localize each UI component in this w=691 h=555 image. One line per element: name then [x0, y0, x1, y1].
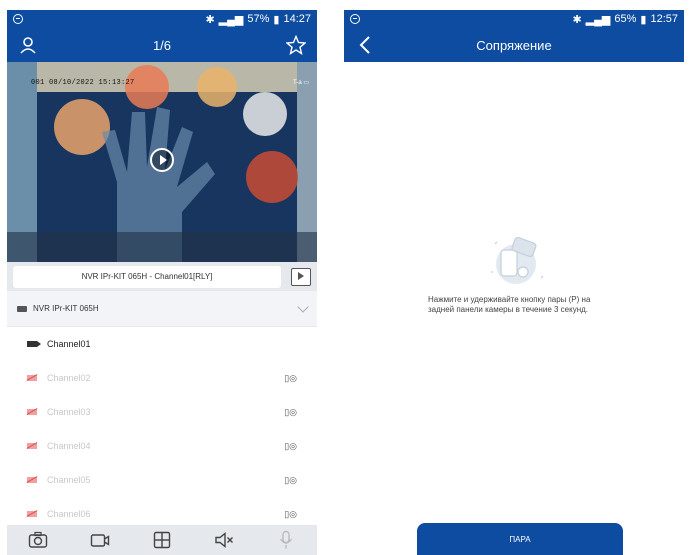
osd-status: T-a ▭: [292, 80, 309, 86]
channel-name-pill[interactable]: NVR IPr-KIT 065H - Channel01[RLY]: [13, 265, 281, 288]
status-time: 14:27: [283, 13, 311, 25]
back-arrow-icon[interactable]: [354, 34, 376, 56]
signal-icon: ▂▄▆: [218, 13, 244, 26]
grid-icon[interactable]: [151, 529, 173, 551]
mic-icon[interactable]: [275, 529, 297, 551]
pairing-illustration-icon: [491, 236, 544, 284]
channel-label: Channel03: [47, 407, 91, 417]
bluetooth-icon: ✱: [205, 13, 215, 26]
channel-row[interactable]: Channel03 ▯◎: [7, 395, 317, 429]
camera-off-icon: [27, 477, 37, 483]
channel-row[interactable]: Channel01: [7, 327, 317, 361]
status-circle-icon: [13, 14, 23, 24]
osd-timestamp: 001 08/10/2022 15:13:27: [31, 79, 135, 87]
status-right: ✱ ▂▄▆ 65% ▮ 12:57: [572, 13, 678, 26]
pairing-instruction: Нажмите и удерживайте кнопку пары (P) на…: [428, 295, 591, 314]
channel-label: Channel04: [47, 441, 91, 451]
channel-label: Channel02: [47, 373, 91, 383]
mute-icon[interactable]: [213, 529, 235, 551]
channel-row[interactable]: Channel04 ▯◎: [7, 429, 317, 463]
user-icon[interactable]: [17, 34, 39, 56]
status-right: ✱ ▂▄▆ 57% ▮ 14:27: [205, 13, 311, 26]
play-icon[interactable]: [150, 148, 174, 172]
status-circle-icon: [350, 14, 360, 24]
status-time: 12:57: [650, 13, 678, 25]
nvr-icon: [17, 305, 27, 312]
device-row[interactable]: NVR IPr-KIT 065H: [7, 291, 317, 327]
device-name: NVR IPr-KIT 065H: [33, 304, 99, 313]
pair-button[interactable]: ПАРА: [417, 523, 623, 555]
status-bar: ✱ ▂▄▆ 57% ▮ 14:27: [7, 10, 317, 28]
channel-label: Channel05: [47, 475, 91, 485]
star-icon[interactable]: [285, 34, 307, 56]
pairing-screen: ✱ ▂▄▆ 65% ▮ 12:57 Сопряжение Нажмите и у…: [344, 10, 684, 555]
channel-label: Channel01: [47, 339, 91, 349]
bottom-toolbar: [7, 525, 317, 555]
record-icon[interactable]: [89, 529, 111, 551]
pair-icon[interactable]: ▯◎: [284, 441, 297, 452]
pair-icon[interactable]: ▯◎: [284, 373, 297, 384]
battery-icon: ▮: [273, 13, 280, 26]
status-bar: ✱ ▂▄▆ 65% ▮ 12:57: [344, 10, 684, 28]
screenshot-stage: ✱ ▂▄▆ 57% ▮ 14:27 1/6 001 08/10/2022 15:…: [0, 0, 691, 555]
snapshot-icon[interactable]: [27, 529, 49, 551]
pair-icon[interactable]: ▯◎: [284, 509, 297, 520]
signal-icon: ▂▄▆: [585, 13, 611, 26]
camera-off-icon: [27, 409, 37, 415]
camera-off-icon: [27, 375, 37, 381]
page-title: Сопряжение: [476, 37, 552, 53]
channel-row[interactable]: Channel05 ▯◎: [7, 463, 317, 497]
live-view-screen: ✱ ▂▄▆ 57% ▮ 14:27 1/6 001 08/10/2022 15:…: [7, 10, 317, 555]
app-header: Сопряжение: [344, 28, 684, 62]
playback-icon[interactable]: [291, 267, 311, 286]
pair-icon[interactable]: ▯◎: [284, 407, 297, 418]
camera-off-icon: [27, 443, 37, 449]
bluetooth-icon: ✱: [572, 13, 582, 26]
camera-icon: [27, 341, 41, 347]
page-counter: 1/6: [152, 37, 172, 53]
pair-icon[interactable]: ▯◎: [284, 475, 297, 486]
battery-percent: 57%: [247, 13, 270, 25]
channel-bar: NVR IPr-KIT 065H - Channel01[RLY]: [7, 262, 317, 291]
app-header: 1/6: [7, 28, 317, 62]
battery-percent: 65%: [614, 13, 637, 25]
channel-row[interactable]: Channel02 ▯◎: [7, 361, 317, 395]
camera-off-icon: [27, 511, 37, 517]
chevron-down-icon[interactable]: [297, 300, 309, 313]
battery-icon: ▮: [640, 13, 647, 26]
video-preview[interactable]: 001 08/10/2022 15:13:27 T-a ▭: [7, 62, 317, 262]
channel-label: Channel06: [47, 509, 91, 519]
